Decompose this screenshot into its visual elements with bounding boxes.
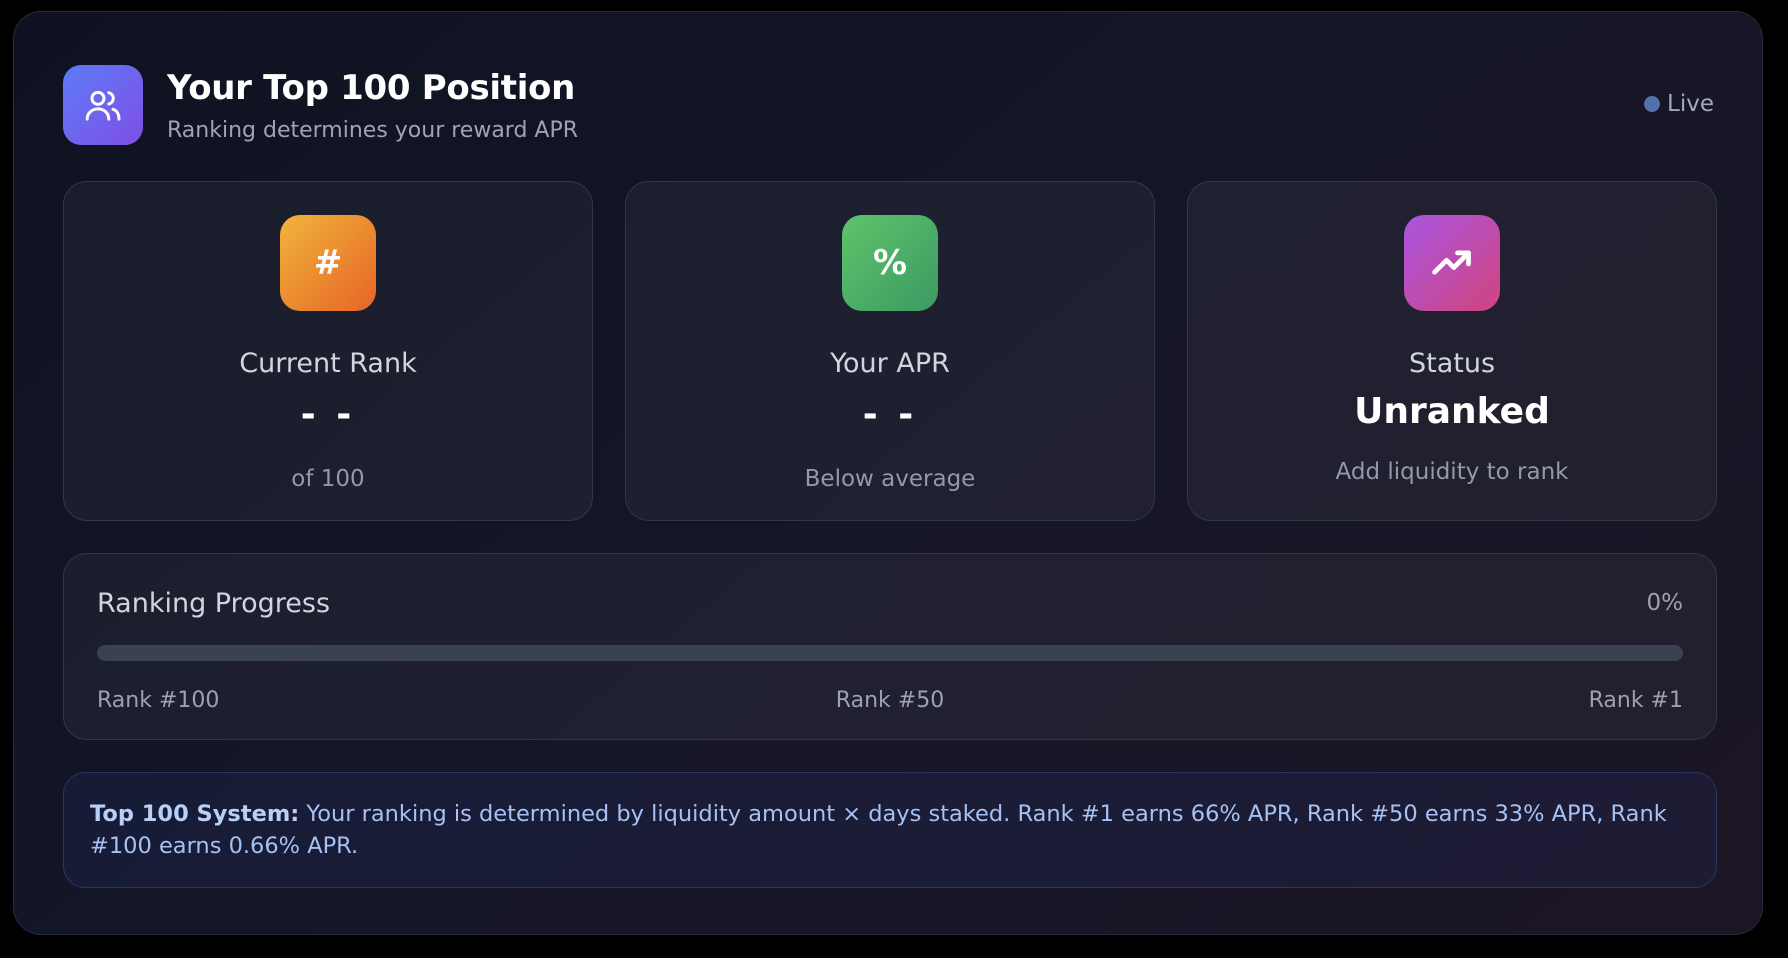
- status-sub: Add liquidity to rank: [1335, 459, 1569, 485]
- progress-tick-rank-50: Rank #50: [835, 688, 945, 713]
- top100-position-panel: Your Top 100 Position Ranking determines…: [13, 11, 1763, 935]
- info-text: Your ranking is determined by liquidity …: [90, 801, 1667, 859]
- ranking-progress-bar: [97, 645, 1683, 661]
- live-dot-icon: [1644, 96, 1661, 112]
- current-rank-sub: of 100: [291, 466, 365, 492]
- status-value: Unranked: [1354, 391, 1550, 432]
- progress-tick-rank-1: Rank #1: [1588, 688, 1683, 713]
- your-apr-label: Your APR: [830, 348, 950, 379]
- your-apr-sub: Below average: [804, 466, 976, 492]
- your-apr-value: - -: [862, 394, 918, 435]
- ranking-progress-card: Ranking Progress 0% Rank #100 Rank #50 R…: [63, 553, 1717, 740]
- current-rank-label: Current Rank: [239, 348, 417, 379]
- page-title: Your Top 100 Position: [167, 68, 576, 108]
- ranking-progress-percent: 0%: [1646, 590, 1684, 616]
- info-bold-label: Top 100 System:: [90, 801, 300, 827]
- ranking-progress-title: Ranking Progress: [97, 588, 331, 619]
- status-card: Status Unranked Add liquidity to rank: [1187, 181, 1717, 521]
- current-rank-card: # Current Rank - - of 100: [63, 181, 593, 521]
- hash-icon: #: [280, 215, 376, 311]
- live-label: Live: [1667, 91, 1714, 117]
- status-label: Status: [1408, 348, 1496, 379]
- live-indicator: Live: [1644, 91, 1714, 117]
- page-subtitle: Ranking determines your reward APR: [167, 118, 579, 143]
- current-rank-value: - -: [300, 394, 356, 435]
- top100-system-info: Top 100 System: Your ranking is determin…: [63, 772, 1717, 888]
- trending-up-icon: [1404, 215, 1500, 311]
- your-apr-card: % Your APR - - Below average: [625, 181, 1155, 521]
- percent-icon: %: [842, 215, 938, 311]
- users-icon: [63, 65, 143, 145]
